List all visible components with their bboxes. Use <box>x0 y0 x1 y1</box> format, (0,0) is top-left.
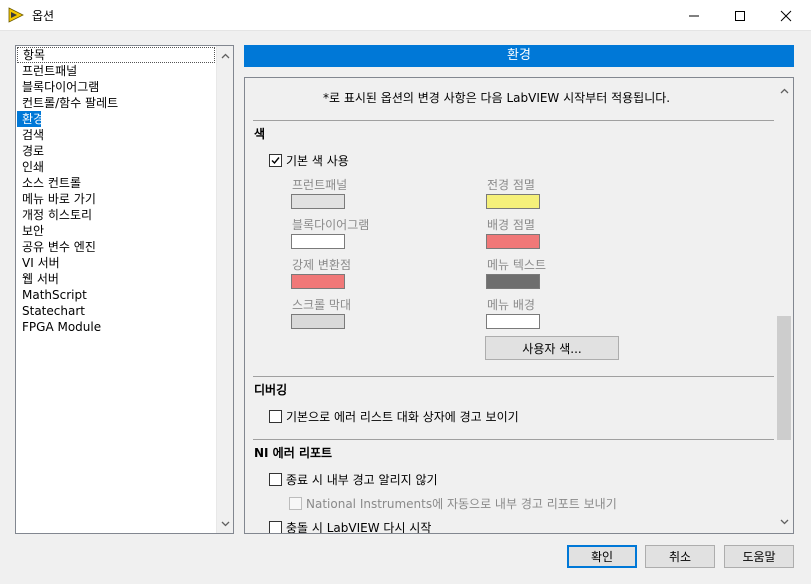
category-list[interactable]: 항목 프런트패널 블록다이어그램 컨트롤/함수 팔레트 환경 검색 경로 인쇄 … <box>15 45 234 534</box>
scroll-down-icon[interactable] <box>220 518 231 529</box>
title-bar: 옵션 <box>0 0 811 31</box>
front-panel-color-label: 프런트패널 <box>292 178 348 192</box>
show-warnings-checkbox[interactable]: 기본으로 에러 리스트 대화 상자에 경고 보이기 <box>269 408 519 425</box>
category-item-environment[interactable]: 환경 <box>17 111 44 127</box>
category-item-printing[interactable]: 인쇄 <box>17 159 216 175</box>
menu-background-color-swatch[interactable] <box>486 314 540 329</box>
use-default-colors-label: 기본 색 사용 <box>286 154 349 168</box>
category-header[interactable]: 항목 <box>17 47 215 63</box>
auto-send-report-checkbox[interactable]: National Instruments에 자동으로 내부 경고 리포트 보내기 <box>289 495 617 512</box>
coercion-dot-color-label: 강제 변환점 <box>292 258 352 272</box>
background-blink-color-swatch[interactable] <box>486 234 540 249</box>
category-item-vi-server[interactable]: VI 서버 <box>17 255 216 271</box>
checkbox-box[interactable] <box>269 521 282 533</box>
no-warn-on-exit-checkbox[interactable]: 종료 시 내부 경고 알리지 않기 <box>269 471 438 488</box>
front-panel-color-swatch[interactable] <box>291 194 345 209</box>
category-item-shared-variable-engine[interactable]: 공유 변수 엔진 <box>17 239 216 255</box>
coercion-dot-color-swatch[interactable] <box>291 274 345 289</box>
restart-on-crash-checkbox[interactable]: 충돌 시 LabVIEW 다시 시작 <box>269 519 432 534</box>
close-button[interactable] <box>763 0 809 31</box>
category-item-front-panel[interactable]: 프런트패널 <box>17 63 216 79</box>
maximize-icon <box>735 10 745 21</box>
category-item-source-control[interactable]: 소스 컨트롤 <box>17 175 216 191</box>
custom-colors-button[interactable]: 사용자 색... <box>485 336 619 360</box>
auto-send-report-label: National Instruments에 자동으로 내부 경고 리포트 보내기 <box>306 497 617 511</box>
category-item-palettes[interactable]: 컨트롤/함수 팔레트 <box>17 95 216 111</box>
window-title: 옵션 <box>32 9 55 23</box>
checkbox-box[interactable] <box>269 154 282 167</box>
minimize-icon <box>689 15 699 16</box>
foreground-blink-color-swatch[interactable] <box>486 194 540 209</box>
restart-on-crash-label: 충돌 시 LabVIEW 다시 시작 <box>286 521 432 534</box>
checkbox-box[interactable] <box>289 497 302 510</box>
color-section-title: 색 <box>254 127 266 141</box>
category-item-security[interactable]: 보안 <box>17 223 216 239</box>
checkbox-box[interactable] <box>269 473 282 486</box>
scroll-up-icon[interactable] <box>779 85 790 96</box>
category-item-menu-shortcuts[interactable]: 메뉴 바로 가기 <box>17 191 216 207</box>
separator <box>253 439 774 440</box>
scrollbar-color-swatch[interactable] <box>291 314 345 329</box>
category-item-web-server[interactable]: 웹 서버 <box>17 271 216 287</box>
no-warn-on-exit-label: 종료 시 내부 경고 알리지 않기 <box>286 473 438 487</box>
block-diagram-color-label: 블록다이어그램 <box>292 218 370 232</box>
labview-icon <box>8 7 24 23</box>
checkmark-icon <box>271 157 280 165</box>
category-scrollbar[interactable] <box>216 46 233 533</box>
ok-button[interactable]: 확인 <box>567 545 637 568</box>
section-header: 환경 <box>244 45 794 67</box>
menu-background-color-label: 메뉴 배경 <box>487 298 535 312</box>
environment-panel: *로 표시된 옵션의 변경 사항은 다음 LabVIEW 시작부터 적용됩니다.… <box>244 77 794 534</box>
category-item-search[interactable]: 검색 <box>17 127 216 143</box>
foreground-blink-color-label: 전경 점멸 <box>487 178 535 192</box>
scroll-thumb[interactable] <box>777 316 791 440</box>
category-item-statechart[interactable]: Statechart <box>17 303 216 319</box>
category-item-revision-history[interactable]: 개정 히스토리 <box>17 207 216 223</box>
scrollbar-color-label: 스크롤 막대 <box>292 298 352 312</box>
separator <box>253 120 774 121</box>
category-item-fpga-module[interactable]: FPGA Module <box>17 319 216 335</box>
show-warnings-label: 기본으로 에러 리스트 대화 상자에 경고 보이기 <box>286 410 519 424</box>
checkbox-box[interactable] <box>269 410 282 423</box>
minimize-button[interactable] <box>671 0 717 31</box>
scroll-down-icon[interactable] <box>779 516 790 527</box>
separator <box>253 376 774 377</box>
menu-text-color-swatch[interactable] <box>486 274 540 289</box>
category-item-mathscript[interactable]: MathScript <box>17 287 216 303</box>
scroll-up-icon[interactable] <box>220 50 231 61</box>
category-item-paths[interactable]: 경로 <box>17 143 216 159</box>
close-icon <box>780 10 792 21</box>
block-diagram-color-swatch[interactable] <box>291 234 345 249</box>
maximize-button[interactable] <box>717 0 763 31</box>
menu-text-color-label: 메뉴 텍스트 <box>487 258 547 272</box>
error-report-section-title: NI 에러 리포트 <box>254 446 333 460</box>
restart-note: *로 표시된 옵션의 변경 사항은 다음 LabVIEW 시작부터 적용됩니다. <box>323 91 671 105</box>
panel-scrollbar[interactable] <box>775 78 793 533</box>
background-blink-color-label: 배경 점멸 <box>487 218 535 232</box>
debug-section-title: 디버깅 <box>254 383 288 397</box>
help-button[interactable]: 도움말 <box>724 545 794 568</box>
category-item-block-diagram[interactable]: 블록다이어그램 <box>17 79 216 95</box>
use-default-colors-checkbox[interactable]: 기본 색 사용 <box>269 152 349 169</box>
cancel-button[interactable]: 취소 <box>645 545 715 568</box>
